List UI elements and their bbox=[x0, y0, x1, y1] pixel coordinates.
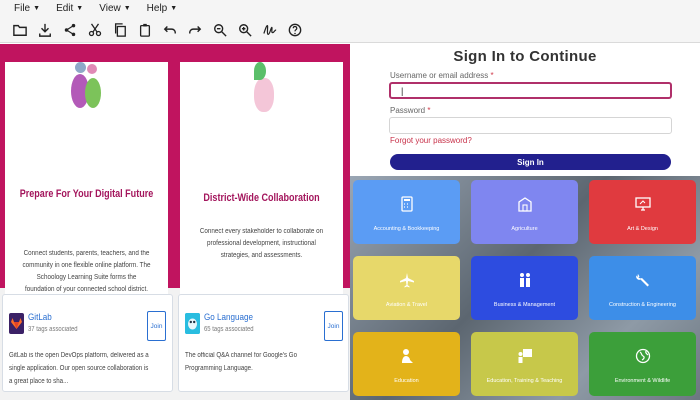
promo-card-description: Connect every stakeholder to collaborate… bbox=[199, 228, 324, 259]
caret-down-icon: ▼ bbox=[170, 5, 178, 12]
category-tile[interactable]: Agriculture bbox=[471, 180, 578, 244]
category-tile[interactable]: Environment & Wildlife bbox=[589, 332, 696, 396]
category-tile[interactable]: Business & Management bbox=[471, 256, 578, 320]
category-label: Art & Design bbox=[627, 226, 658, 232]
category-label: Agriculture bbox=[511, 226, 538, 232]
menu-help[interactable]: Help ▼ bbox=[147, 3, 178, 14]
menu-bar: File ▼ Edit ▼ View ▼ Help ▼ bbox=[0, 0, 700, 17]
wrench-icon bbox=[589, 272, 696, 288]
teacher-icon bbox=[471, 348, 578, 364]
menu-file[interactable]: File ▼ bbox=[14, 3, 40, 14]
category-tile[interactable]: Education bbox=[353, 332, 460, 396]
undo-icon[interactable] bbox=[162, 22, 178, 38]
password-label-text: Password bbox=[390, 106, 426, 115]
caret-down-icon: ▼ bbox=[76, 5, 84, 12]
signin-title: Sign In to Continue bbox=[453, 48, 597, 65]
category-label: Accounting & Bookkeeping bbox=[373, 226, 440, 232]
schoology-panel: Prepare For Your Digital Future Connect … bbox=[0, 44, 350, 400]
redo-icon[interactable] bbox=[187, 22, 203, 38]
signin-form: Sign In to Continue Username or email ad… bbox=[350, 44, 700, 176]
promo-card-collaboration: District-Wide Collaboration Connect ever… bbox=[180, 62, 343, 330]
promo-card-description: Connect students, parents, teachers, and… bbox=[22, 250, 151, 293]
gitlab-logo-icon bbox=[9, 313, 24, 334]
download-icon[interactable] bbox=[37, 22, 53, 38]
community-name[interactable]: Go Language bbox=[204, 312, 253, 323]
globe-icon bbox=[589, 348, 696, 364]
username-input[interactable] bbox=[389, 82, 672, 99]
caret-down-icon: ▼ bbox=[123, 5, 131, 12]
calculator-icon bbox=[353, 196, 460, 212]
username-label-text: Username or email address bbox=[390, 71, 489, 80]
community-description: GitLab is the open DevOps platform, deli… bbox=[9, 352, 149, 385]
people-illustration bbox=[67, 62, 107, 108]
share-icon[interactable] bbox=[62, 22, 78, 38]
community-tag-count: 65 tags associated bbox=[204, 326, 254, 333]
community-description: The official Q&A channel for Google's Go… bbox=[185, 352, 298, 372]
monitor-icon bbox=[589, 196, 696, 212]
password-label: Password * bbox=[390, 106, 430, 115]
menu-help-label: Help bbox=[146, 3, 168, 14]
menu-edit-label: Edit bbox=[56, 3, 74, 14]
menu-file-label: File bbox=[14, 3, 31, 14]
join-button[interactable]: Join bbox=[147, 311, 166, 341]
category-grid: Accounting & Bookkeeping Agriculture Art… bbox=[350, 176, 700, 400]
menu-view[interactable]: View ▼ bbox=[99, 3, 130, 14]
location-pin-illustration bbox=[248, 62, 278, 112]
paste-icon[interactable] bbox=[137, 22, 153, 38]
required-mark: * bbox=[427, 106, 431, 115]
category-tile[interactable]: Education, Training & Teaching bbox=[471, 332, 578, 396]
community-card-go-language[interactable]: Go Language 65 tags associated Join The … bbox=[178, 294, 349, 392]
forgot-password-link[interactable]: Forgot your password? bbox=[390, 136, 472, 145]
category-tile[interactable]: Art & Design bbox=[589, 180, 696, 244]
sign-in-button[interactable]: Sign In bbox=[390, 154, 671, 170]
category-label: Aviation & Travel bbox=[385, 302, 428, 308]
category-label: Education, Training & Teaching bbox=[486, 378, 563, 384]
password-input[interactable] bbox=[389, 117, 672, 134]
toolbar bbox=[0, 17, 700, 43]
zoom-in-icon[interactable] bbox=[237, 22, 253, 38]
promo-card-digital-future: Prepare For Your Digital Future Connect … bbox=[5, 62, 168, 330]
community-name[interactable]: GitLab bbox=[28, 312, 52, 323]
community-tag-count: 37 tags associated bbox=[28, 326, 78, 333]
category-tile[interactable]: Accounting & Bookkeeping bbox=[353, 180, 460, 244]
cut-icon[interactable] bbox=[87, 22, 103, 38]
category-label: Education bbox=[394, 378, 419, 384]
book-icon bbox=[353, 348, 460, 364]
category-label: Environment & Wildlife bbox=[614, 378, 671, 384]
category-label: Construction & Engineering bbox=[609, 302, 676, 308]
zoom-out-icon[interactable] bbox=[212, 22, 228, 38]
meeting-icon bbox=[471, 272, 578, 288]
airplane-icon bbox=[353, 272, 460, 288]
promo-card-title: Prepare For Your Digital Future bbox=[19, 188, 154, 200]
category-label: Business & Management bbox=[493, 302, 556, 308]
category-tile[interactable]: Construction & Engineering bbox=[589, 256, 696, 320]
menu-edit[interactable]: Edit ▼ bbox=[56, 3, 83, 14]
folder-icon[interactable] bbox=[12, 22, 28, 38]
barn-icon bbox=[471, 196, 578, 212]
go-logo-icon bbox=[185, 313, 200, 334]
community-card-gitlab[interactable]: GitLab 37 tags associated Join GitLab is… bbox=[2, 294, 173, 392]
category-tile[interactable]: Aviation & Travel bbox=[353, 256, 460, 320]
caret-down-icon: ▼ bbox=[33, 5, 41, 12]
required-mark: * bbox=[490, 71, 494, 80]
join-button[interactable]: Join bbox=[324, 311, 343, 341]
copy-icon[interactable] bbox=[112, 22, 128, 38]
promo-card-title: District-Wide Collaboration bbox=[203, 192, 320, 204]
menu-view-label: View bbox=[99, 3, 121, 14]
help-icon[interactable] bbox=[287, 22, 303, 38]
username-label: Username or email address * bbox=[390, 71, 494, 80]
signature-icon[interactable] bbox=[262, 22, 278, 38]
